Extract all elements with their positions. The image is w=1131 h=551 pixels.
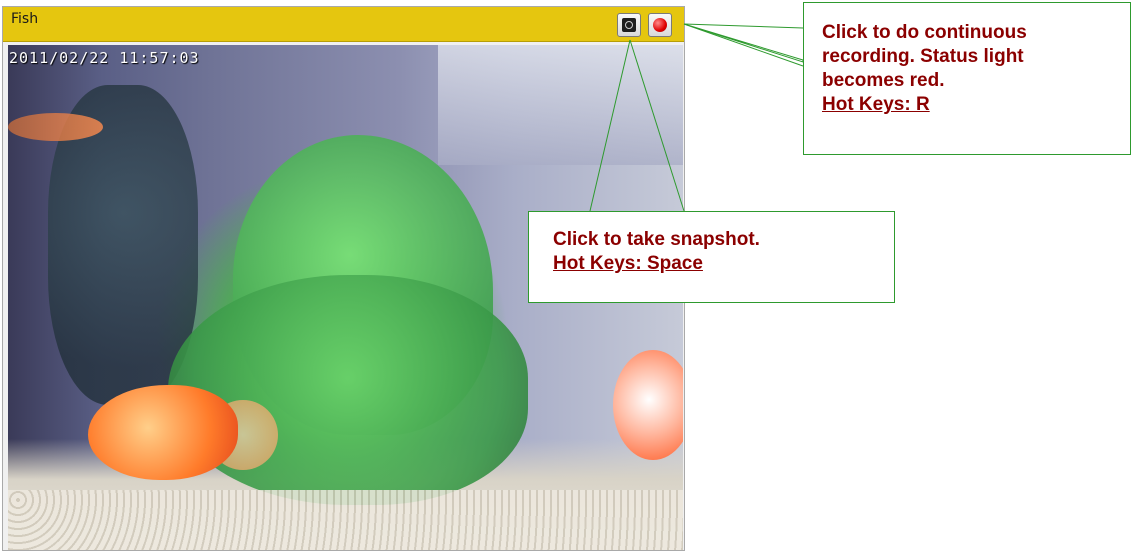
record-leader-line-2 [683,23,804,67]
goldfish-right [613,350,683,460]
record-leader-line-1 [683,23,804,29]
goldfish-left [88,385,238,480]
camera-icon [622,18,636,32]
record-callout-line: recording. Status light [822,46,1024,67]
plant-bottom [168,275,528,505]
camera-title-bar: Fish [3,7,684,42]
snapshot-callout: Click to take snapshot. Hot Keys: Space [528,211,895,303]
snapshot-button[interactable] [617,13,641,37]
record-callout-line: becomes red. [822,70,945,91]
snapshot-callout-line: Click to take snapshot. [553,229,760,250]
snapshot-hotkey: Hot Keys: Space [553,253,703,274]
record-button[interactable] [648,13,672,37]
record-callout-line: Click to do continuous [822,22,1027,43]
goldfish-top [8,113,103,141]
camera-title: Fish [11,11,39,27]
gravel [8,490,683,550]
video-timestamp: 2011/02/22 11:57:03 [9,49,200,67]
tank-background [438,45,683,165]
record-hotkey: Hot Keys: R [822,94,930,115]
record-callout: Click to do continuous recording. Status… [803,2,1131,155]
record-leader [683,23,804,63]
record-dot-icon [653,18,667,32]
